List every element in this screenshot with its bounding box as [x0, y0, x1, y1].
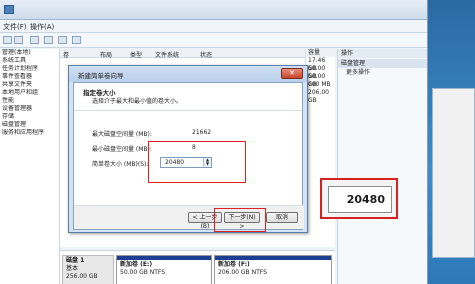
- partition-info: 206.00 GB NTFS: [218, 269, 267, 276]
- properties-icon[interactable]: [72, 36, 81, 44]
- computer-management-icon: [4, 5, 14, 14]
- actions-more[interactable]: 更多操作: [338, 68, 427, 77]
- wizard-step-subtitle: 选择介于最大和最小值的卷大小。: [92, 98, 183, 105]
- volume-size-label: 简单卷大小 (MB)(S):: [92, 161, 149, 168]
- window-titlebar: [0, 0, 427, 20]
- size-highlight-box: [148, 141, 246, 183]
- tree-item[interactable]: 设备管理器: [0, 105, 59, 113]
- tree-item[interactable]: 磁盘管理: [0, 121, 59, 129]
- disk-graphical-view: 磁盘 1 基本 256.00 GB 新加卷 (E:) 50.00 GB NTFS…: [60, 250, 335, 284]
- column-type[interactable]: 类型: [130, 50, 142, 59]
- menu-action[interactable]: 操作(A): [30, 22, 54, 32]
- show-hide-tree-icon[interactable]: [44, 36, 53, 44]
- forward-icon[interactable]: [14, 36, 23, 44]
- tree-item[interactable]: 任务计划程序: [0, 65, 59, 73]
- tree-item[interactable]: 服务和应用程序: [0, 129, 59, 137]
- capacity-column: 容量 17.46 GB 50.00 GB 50.00 GB 100 MB 206…: [305, 49, 335, 139]
- back-icon[interactable]: [3, 36, 12, 44]
- tree-item[interactable]: 管理(本地): [0, 49, 59, 57]
- max-space-label: 最大磁盘空间量 (MB):: [92, 131, 152, 138]
- tree-item[interactable]: 共享文件夹: [0, 81, 59, 89]
- navigation-tree: 管理(本地) 系统工具 任务计划程序 事件查看器 共享文件夹 本地用户和组 性能…: [0, 49, 60, 284]
- capacity-cell: 17.46 GB: [308, 57, 326, 72]
- help-icon[interactable]: [58, 36, 67, 44]
- wizard-titlebar[interactable]: 新建简单卷向导 ✕: [69, 66, 307, 82]
- disk-name: 磁盘 1: [66, 257, 85, 264]
- actions-header: 操作: [338, 49, 427, 58]
- column-filesystem[interactable]: 文件系统: [155, 50, 179, 59]
- min-space-label: 最小磁盘空间量 (MB):: [92, 146, 152, 153]
- capacity-cell: 50.00 GB: [308, 73, 326, 88]
- max-space-value: 21662: [192, 129, 212, 136]
- partition-bar: [215, 256, 331, 260]
- actions-disk-management[interactable]: 磁盘管理: [338, 59, 427, 68]
- capacity-cell: 206.00 GB: [308, 89, 329, 104]
- volume-table-header: 卷 布局 类型 文件系统 状态: [60, 49, 335, 59]
- column-capacity[interactable]: 容量: [306, 49, 335, 57]
- disk-type: 基本: [66, 265, 79, 272]
- tree-item[interactable]: 性能: [0, 97, 59, 105]
- column-volume[interactable]: 卷: [63, 50, 69, 59]
- tree-item[interactable]: 事件查看器: [0, 73, 59, 81]
- partition-e[interactable]: 新加卷 (E:) 50.00 GB NTFS: [116, 255, 212, 284]
- zoomed-value: 20480: [328, 186, 392, 213]
- toolbar: [0, 33, 427, 48]
- wizard-title: 新建简单卷向导: [78, 72, 124, 80]
- partition-bar: [117, 256, 211, 260]
- close-icon[interactable]: ✕: [281, 68, 303, 79]
- wizard-header: 指定卷大小 选择介于最大和最小值的卷大小。: [74, 83, 302, 111]
- actions-pane: 操作 磁盘管理 更多操作: [337, 49, 427, 284]
- up-folder-icon[interactable]: [30, 36, 39, 44]
- menu-bar: 文件(F) 操作(A): [0, 20, 427, 33]
- partition-f[interactable]: 新加卷 (F:) 206.00 GB NTFS: [214, 255, 332, 284]
- tree-item[interactable]: 系统工具: [0, 57, 59, 65]
- partition-name: 新加卷 (F:): [218, 261, 250, 268]
- tree-item[interactable]: 存储: [0, 113, 59, 121]
- column-layout[interactable]: 布局: [100, 50, 112, 59]
- tree-item[interactable]: 本地用户和组: [0, 89, 59, 97]
- disk-size: 256.00 GB: [66, 273, 98, 280]
- side-panel: [432, 88, 475, 258]
- zoomed-value-callout: 20480: [320, 178, 398, 219]
- capacity-cell: 100 MB: [308, 81, 331, 88]
- column-status[interactable]: 状态: [200, 50, 212, 59]
- wizard-footer: < 上一步(B) 下一步(N) > 取消: [74, 205, 304, 230]
- partition-info: 50.00 GB NTFS: [120, 269, 166, 276]
- capacity-cell: 50.00 GB: [308, 65, 326, 80]
- menu-file[interactable]: 文件(F): [3, 22, 27, 32]
- next-highlight-box: [214, 208, 266, 232]
- cancel-button[interactable]: 取消: [266, 212, 298, 223]
- partition-name: 新加卷 (E:): [120, 261, 153, 268]
- disk-label[interactable]: 磁盘 1 基本 256.00 GB: [62, 255, 114, 284]
